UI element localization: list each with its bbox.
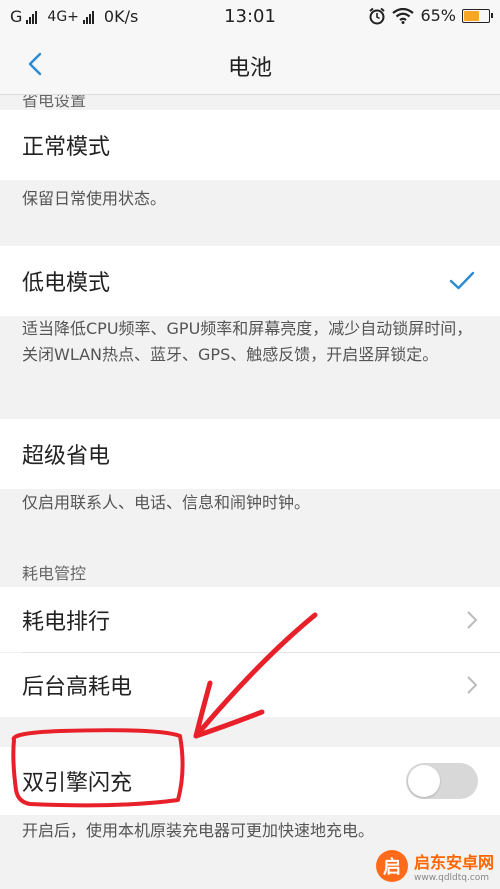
watermark-url: www.qdldtq.com [413, 873, 490, 883]
page-title: 电池 [227, 56, 272, 81]
mode-desc-super-saver: 仅启用联系人、电话、信息和闹钟时钟。 [22, 493, 311, 512]
mode-label: 正常模式 [22, 135, 111, 160]
mode-label: 超级省电 [22, 444, 111, 469]
flash-charge-row: 双引擎闪充 [0, 747, 500, 815]
mode-label: 低电模式 [22, 271, 111, 296]
watermark-logo-glyph: 启 [382, 857, 401, 878]
flash-charge-desc: 开启后，使用本机原装充电器可更加快速地充电。 [22, 821, 375, 840]
wifi-icon [392, 7, 415, 24]
status-right: 65% [368, 6, 493, 25]
mode-desc-low-power: 适当降低CPU频率、GPU频率和屏幕亮度，减少自动锁屏时间，关闭WLAN热点、蓝… [22, 319, 473, 364]
chevron-right-icon [467, 610, 478, 629]
section-title-clip: 省电设置 [0, 95, 500, 109]
list-item-background-drain[interactable]: 后台高耗电 [0, 653, 500, 717]
list-item-power-ranking[interactable]: 耗电排行 [0, 587, 500, 652]
mode-row-low-power[interactable]: 低电模式 [0, 246, 500, 316]
battery-icon [462, 8, 493, 23]
chevron-right-icon [467, 676, 478, 694]
battery-fill [464, 10, 479, 21]
mode-desc-normal: 保留日常使用状态。 [22, 189, 167, 208]
battery-percent: 65% [420, 6, 456, 25]
section-title-power-control: 耗电管控 [22, 564, 87, 583]
nav-bar: 电池 [0, 34, 500, 95]
flash-charge-label: 双引擎闪充 [22, 771, 133, 796]
alarm-icon [369, 7, 386, 24]
checkmark-icon [449, 271, 475, 290]
section-title-power-settings: 省电设置 [22, 95, 87, 109]
mode-row-super-saver[interactable]: 超级省电 [0, 419, 500, 489]
flash-charge-toggle[interactable] [406, 763, 478, 799]
status-bar: G 4G+ 0K/s 13:01 65% [0, 0, 500, 34]
watermark: 启 启东安卓网 www.qdldtq.com [375, 849, 494, 883]
watermark-logo: 启 [375, 850, 408, 882]
list-item-label: 耗电排行 [22, 609, 111, 635]
mode-row-normal[interactable]: 正常模式 [0, 110, 500, 180]
watermark-brand: 启东安卓网 [413, 853, 494, 872]
toggle-knob [408, 765, 440, 797]
list-item-label: 后台高耗电 [22, 675, 133, 700]
